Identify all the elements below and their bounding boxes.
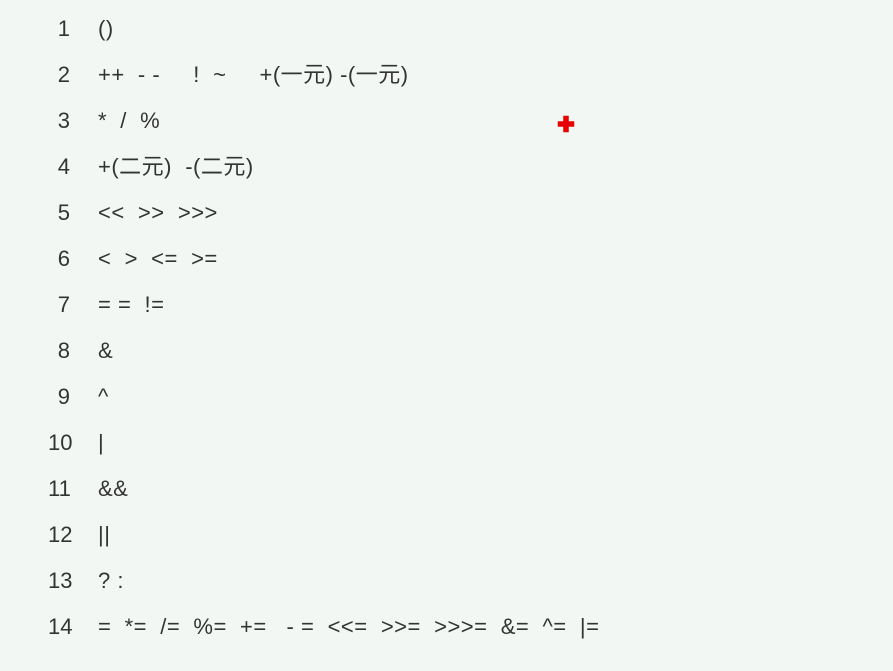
line-content: ^: [98, 386, 109, 408]
line-6: 6< > <= >=: [0, 248, 893, 294]
line-9: 9^: [0, 386, 893, 432]
line-content: = *= /= %= += - = <<= >>= >>>= &= ^= |=: [98, 616, 599, 638]
line-7: 7= = !=: [0, 294, 893, 340]
line-2: 2++ - - ! ~ +(一元) -(一元): [0, 64, 893, 110]
line-number: 12: [48, 524, 98, 546]
line-8: 8&: [0, 340, 893, 386]
cursor-marker: [555, 113, 577, 135]
line-number: 3: [48, 110, 98, 132]
line-number: 6: [48, 248, 98, 270]
line-number: 14: [48, 616, 98, 638]
line-content: |: [98, 432, 104, 454]
line-content: &: [98, 340, 113, 362]
line-number: 13: [48, 570, 98, 592]
line-11: 11&&: [0, 478, 893, 524]
line-content: +(二元) -(二元): [98, 156, 254, 178]
line-content: ? :: [98, 570, 124, 592]
line-12: 12||: [0, 524, 893, 570]
line-number: 10: [48, 432, 98, 454]
line-content: = = !=: [98, 294, 165, 316]
line-content: &&: [98, 478, 128, 500]
line-number: 8: [48, 340, 98, 362]
precedence-table: 1()2++ - - ! ~ +(一元) -(一元)3* / %4+(二元) -…: [0, 18, 893, 662]
line-content: << >> >>>: [98, 202, 218, 224]
line-5: 5<< >> >>>: [0, 202, 893, 248]
line-14: 14= *= /= %= += - = <<= >>= >>>= &= ^= |…: [0, 616, 893, 662]
line-content: * / %: [98, 110, 160, 132]
line-content: < > <= >=: [98, 248, 218, 270]
line-1: 1(): [0, 18, 893, 64]
line-13: 13? :: [0, 570, 893, 616]
line-content: (): [98, 18, 114, 40]
line-number: 4: [48, 156, 98, 178]
line-10: 10|: [0, 432, 893, 478]
line-3: 3* / %: [0, 110, 893, 156]
line-number: 9: [48, 386, 98, 408]
line-number: 11: [48, 478, 98, 500]
line-4: 4+(二元) -(二元): [0, 156, 893, 202]
line-number: 5: [48, 202, 98, 224]
line-content: ++ - - ! ~ +(一元) -(一元): [98, 64, 409, 86]
line-number: 2: [48, 64, 98, 86]
line-content: ||: [98, 524, 110, 546]
line-number: 7: [48, 294, 98, 316]
line-number: 1: [48, 18, 98, 40]
